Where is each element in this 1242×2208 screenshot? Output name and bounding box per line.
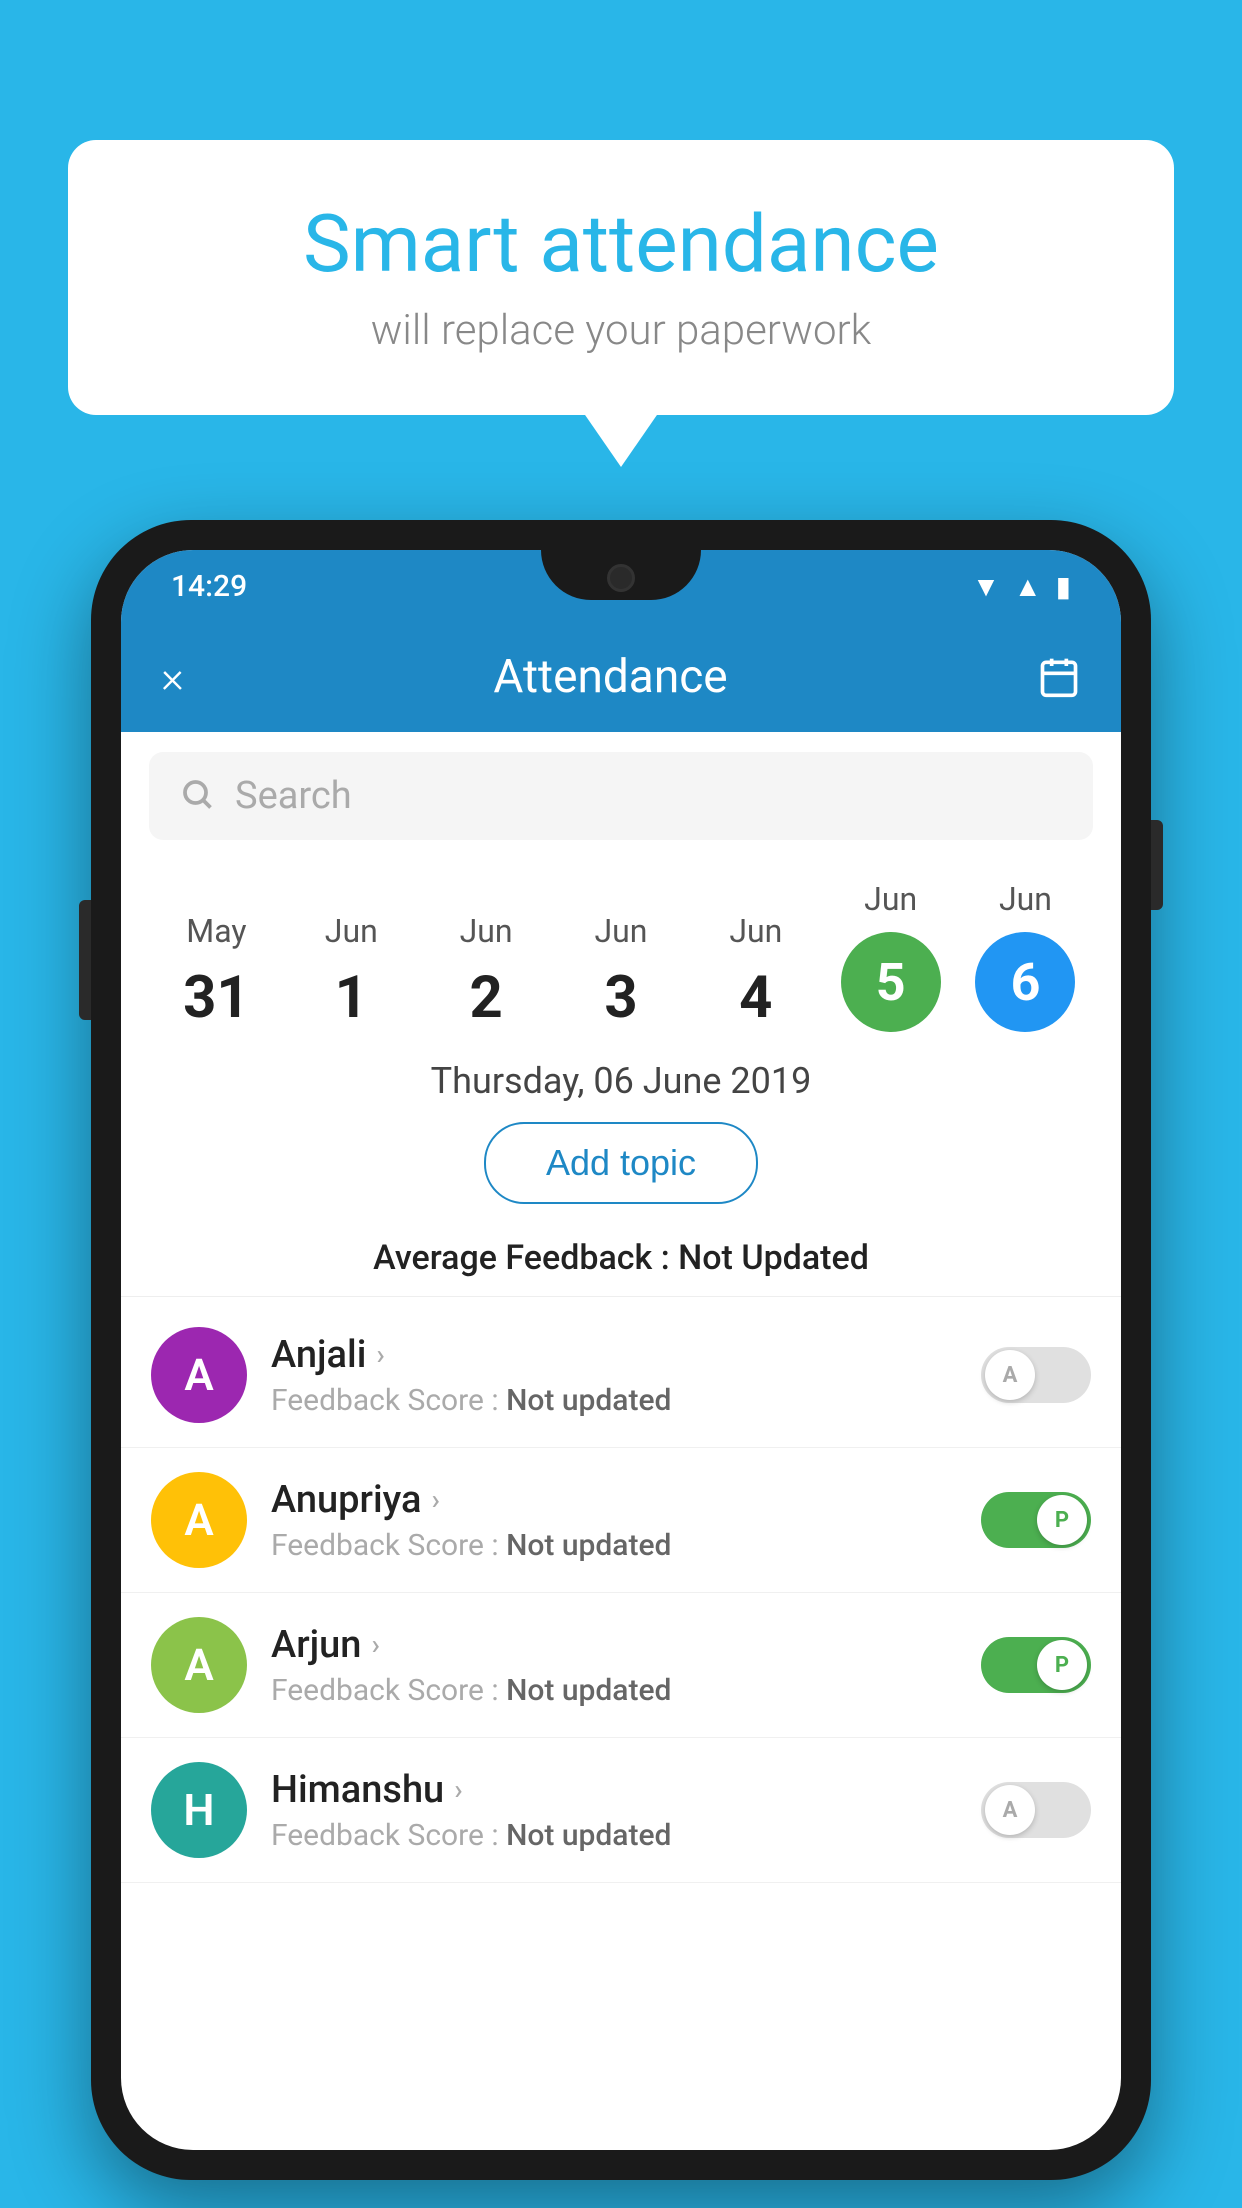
battery-icon: ▮ <box>1056 570 1071 603</box>
add-topic-button[interactable]: Add topic <box>484 1122 758 1204</box>
speech-bubble: Smart attendance will replace your paper… <box>68 140 1174 415</box>
date-month: Jun <box>864 880 917 918</box>
toggle-knob: P <box>1037 1495 1087 1545</box>
camera-lens <box>607 564 635 592</box>
search-bar[interactable]: Search <box>149 752 1093 840</box>
search-placeholder: Search <box>235 774 352 818</box>
toggle-knob: P <box>1037 1640 1087 1690</box>
wifi-icon: ▼ <box>972 570 1000 603</box>
phone-notch <box>541 550 701 600</box>
date-month: Jun <box>729 912 782 950</box>
date-month: May <box>186 912 246 950</box>
bubble-title: Smart attendance <box>148 200 1094 288</box>
student-info: Arjun › Feedback Score : Not updated <box>271 1623 957 1708</box>
student-feedback: Feedback Score : Not updated <box>271 1818 957 1853</box>
toggle-off[interactable]: A <box>981 1347 1091 1403</box>
chevron-icon: › <box>371 1628 379 1661</box>
student-feedback: Feedback Score : Not updated <box>271 1673 957 1708</box>
date-item[interactable]: Jun 3 <box>556 912 686 1032</box>
toggle-on[interactable]: P <box>981 1492 1091 1548</box>
toggle-off[interactable]: A <box>981 1782 1091 1838</box>
app-bar-title: Attendance <box>493 650 727 704</box>
chevron-icon: › <box>431 1483 439 1516</box>
search-icon <box>179 776 215 816</box>
chevron-icon: › <box>376 1338 384 1371</box>
date-day: 2 <box>469 964 502 1032</box>
date-day: 3 <box>604 964 637 1032</box>
app-bar: × Attendance <box>121 622 1121 732</box>
date-day: 5 <box>841 932 941 1032</box>
date-item[interactable]: Jun 4 <box>691 912 821 1032</box>
date-item[interactable]: Jun 5 <box>826 880 956 1032</box>
calendar-icon[interactable] <box>1037 655 1081 699</box>
student-name: Arjun › <box>271 1623 957 1667</box>
student-info: Anjali › Feedback Score : Not updated <box>271 1333 957 1418</box>
date-day: 4 <box>739 964 772 1032</box>
student-feedback: Feedback Score : Not updated <box>271 1383 957 1418</box>
date-month: Jun <box>325 912 378 950</box>
student-name: Himanshu › <box>271 1768 957 1812</box>
avatar: A <box>151 1472 247 1568</box>
chevron-icon: › <box>454 1773 462 1806</box>
toggle-on[interactable]: P <box>981 1637 1091 1693</box>
date-item[interactable]: Jun 6 <box>960 880 1090 1032</box>
student-name: Anjali › <box>271 1333 957 1377</box>
date-item[interactable]: Jun 2 <box>421 912 551 1032</box>
date-day: 31 <box>183 964 250 1032</box>
date-month: Jun <box>594 912 647 950</box>
status-icons: ▼ ▲ ▮ <box>972 570 1071 603</box>
student-row[interactable]: A Arjun › Feedback Score : Not updated P <box>121 1593 1121 1738</box>
avatar: A <box>151 1617 247 1713</box>
phone-outer: 14:29 ▼ ▲ ▮ × Attendance <box>91 520 1151 2180</box>
toggle-knob: A <box>985 1350 1035 1400</box>
student-info: Himanshu › Feedback Score : Not updated <box>271 1768 957 1853</box>
status-time: 14:29 <box>171 569 247 604</box>
date-scroll: May 31 Jun 1 Jun 2 Jun 3 Jun 4 Jun 5 Jun 6 <box>121 860 1121 1042</box>
avatar: A <box>151 1327 247 1423</box>
avg-feedback: Average Feedback : Not Updated <box>121 1218 1121 1290</box>
date-item[interactable]: May 31 <box>151 912 281 1032</box>
close-button[interactable]: × <box>161 651 184 703</box>
student-row[interactable]: A Anupriya › Feedback Score : Not updated P <box>121 1448 1121 1593</box>
student-name: Anupriya › <box>271 1478 957 1522</box>
date-item[interactable]: Jun 1 <box>286 912 416 1032</box>
student-info: Anupriya › Feedback Score : Not updated <box>271 1478 957 1563</box>
student-row[interactable]: H Himanshu › Feedback Score : Not updated A <box>121 1738 1121 1883</box>
date-month: Jun <box>460 912 513 950</box>
student-feedback: Feedback Score : Not updated <box>271 1528 957 1563</box>
selected-date-label: Thursday, 06 June 2019 <box>121 1042 1121 1116</box>
phone-screen: 14:29 ▼ ▲ ▮ × Attendance <box>121 550 1121 2150</box>
bubble-subtitle: will replace your paperwork <box>148 306 1094 355</box>
avatar: H <box>151 1762 247 1858</box>
date-day: 1 <box>335 964 368 1032</box>
students-list: AAnjali ›Feedback Score : Not updatedAAA… <box>121 1303 1121 1883</box>
speech-bubble-wrapper: Smart attendance will replace your paper… <box>68 140 1174 415</box>
toggle-knob: A <box>985 1785 1035 1835</box>
date-month: Jun <box>999 880 1052 918</box>
student-row[interactable]: A Anjali › Feedback Score : Not updated A <box>121 1303 1121 1448</box>
date-day: 6 <box>975 932 1075 1032</box>
signal-icon: ▲ <box>1014 570 1042 603</box>
